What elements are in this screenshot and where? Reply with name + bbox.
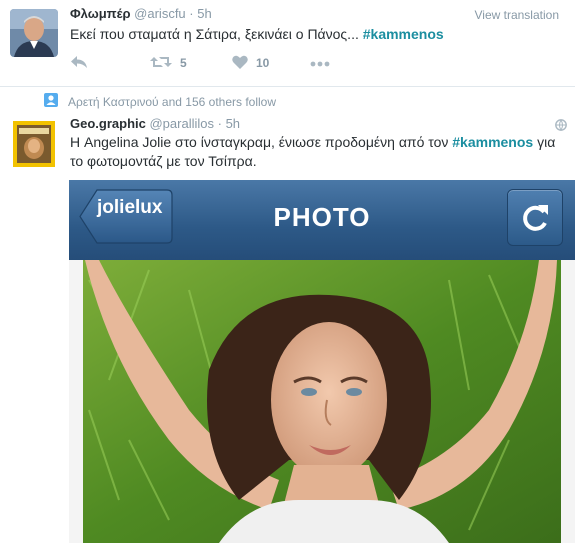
tweet-text-line-2: το φωτομοντάζ με τον Τσίπρα. xyxy=(70,153,257,169)
tweet-text: Η Angelina Jolie στο ίνσταγκραμ, ένιωσε … xyxy=(70,134,453,150)
tweet-2-text: Η Angelina Jolie στο ίνσταγκραμ, ένιωσε … xyxy=(70,133,555,171)
tweet-text-continuation: για xyxy=(533,134,556,150)
tweet-2[interactable]: Geo.graphic @parallilos · 5h Η Angelina … xyxy=(0,0,575,543)
app-nav-bar: jolielux PHOTO xyxy=(69,180,575,260)
tweet-media-image[interactable]: jolielux PHOTO xyxy=(69,180,575,543)
tweet-text-line-1: Η Angelina Jolie στο ίνσταγκραμ, ένιωσε … xyxy=(70,133,555,152)
author-handle[interactable]: @parallilos xyxy=(149,116,214,131)
separator: · xyxy=(217,116,222,131)
refresh-button[interactable] xyxy=(507,189,563,246)
hashtag-link[interactable]: #kammenos xyxy=(452,134,533,150)
tweet-2-header: Geo.graphic @parallilos · 5h xyxy=(70,116,240,131)
author-name[interactable]: Geo.graphic xyxy=(70,116,146,131)
app-title: PHOTO xyxy=(273,202,371,232)
avatar-tweet-2[interactable] xyxy=(10,120,58,168)
globe-icon xyxy=(555,118,567,136)
timestamp[interactable]: 5h xyxy=(226,116,240,131)
portrait-photo xyxy=(69,260,575,543)
refresh-icon xyxy=(508,205,562,249)
